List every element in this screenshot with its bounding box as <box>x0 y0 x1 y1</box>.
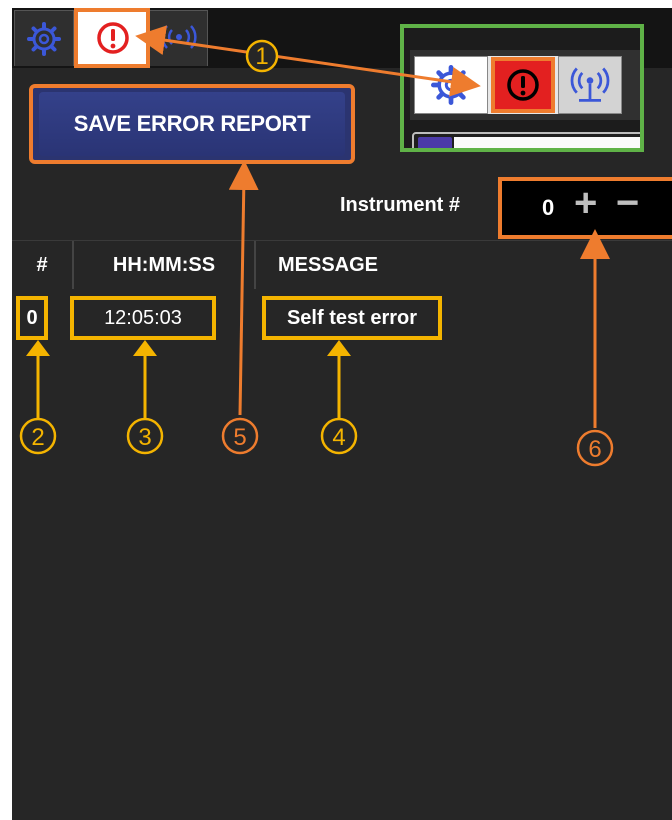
instrument-selector: 0 + − <box>498 177 672 239</box>
inset-tab-errors <box>488 56 558 114</box>
minus-icon[interactable]: − <box>616 183 639 223</box>
table-header: # HH:MM:SS MESSAGE <box>12 240 672 289</box>
inset-tab-bar <box>410 50 640 120</box>
zoom-inset <box>400 24 644 152</box>
tab-errors[interactable] <box>76 10 150 66</box>
antenna-icon <box>160 24 197 49</box>
inset-tab-settings <box>414 56 488 114</box>
row-time-cell: 12:05:03 <box>70 296 216 340</box>
column-header-message[interactable]: MESSAGE <box>264 241 564 289</box>
error-log-panel: SAVE ERROR REPORT Instrument # 0 + − # H… <box>12 8 672 820</box>
gear-icon <box>431 65 471 105</box>
instrument-label: Instrument # <box>340 194 461 216</box>
tab-network[interactable] <box>150 10 208 66</box>
tab-settings[interactable] <box>14 10 74 66</box>
antenna-icon <box>570 67 610 102</box>
inset-button-accent <box>418 137 452 148</box>
row-number-cell: 0 <box>16 296 48 340</box>
save-error-report-button[interactable]: SAVE ERROR REPORT <box>39 92 345 156</box>
instrument-value[interactable]: 0 <box>542 195 554 221</box>
column-header-time[interactable]: HH:MM:SS <box>74 241 256 289</box>
inset-tab-network <box>558 56 622 114</box>
row-message-cell: Self test error <box>262 296 442 340</box>
save-error-report-highlight: SAVE ERROR REPORT <box>29 84 355 164</box>
alert-circle-icon <box>491 57 555 113</box>
gear-icon <box>27 21 61 56</box>
inset-button-fill <box>454 137 640 148</box>
column-header-number[interactable]: # <box>12 241 74 289</box>
plus-icon[interactable]: + <box>574 183 597 223</box>
alert-circle-icon <box>97 22 129 54</box>
